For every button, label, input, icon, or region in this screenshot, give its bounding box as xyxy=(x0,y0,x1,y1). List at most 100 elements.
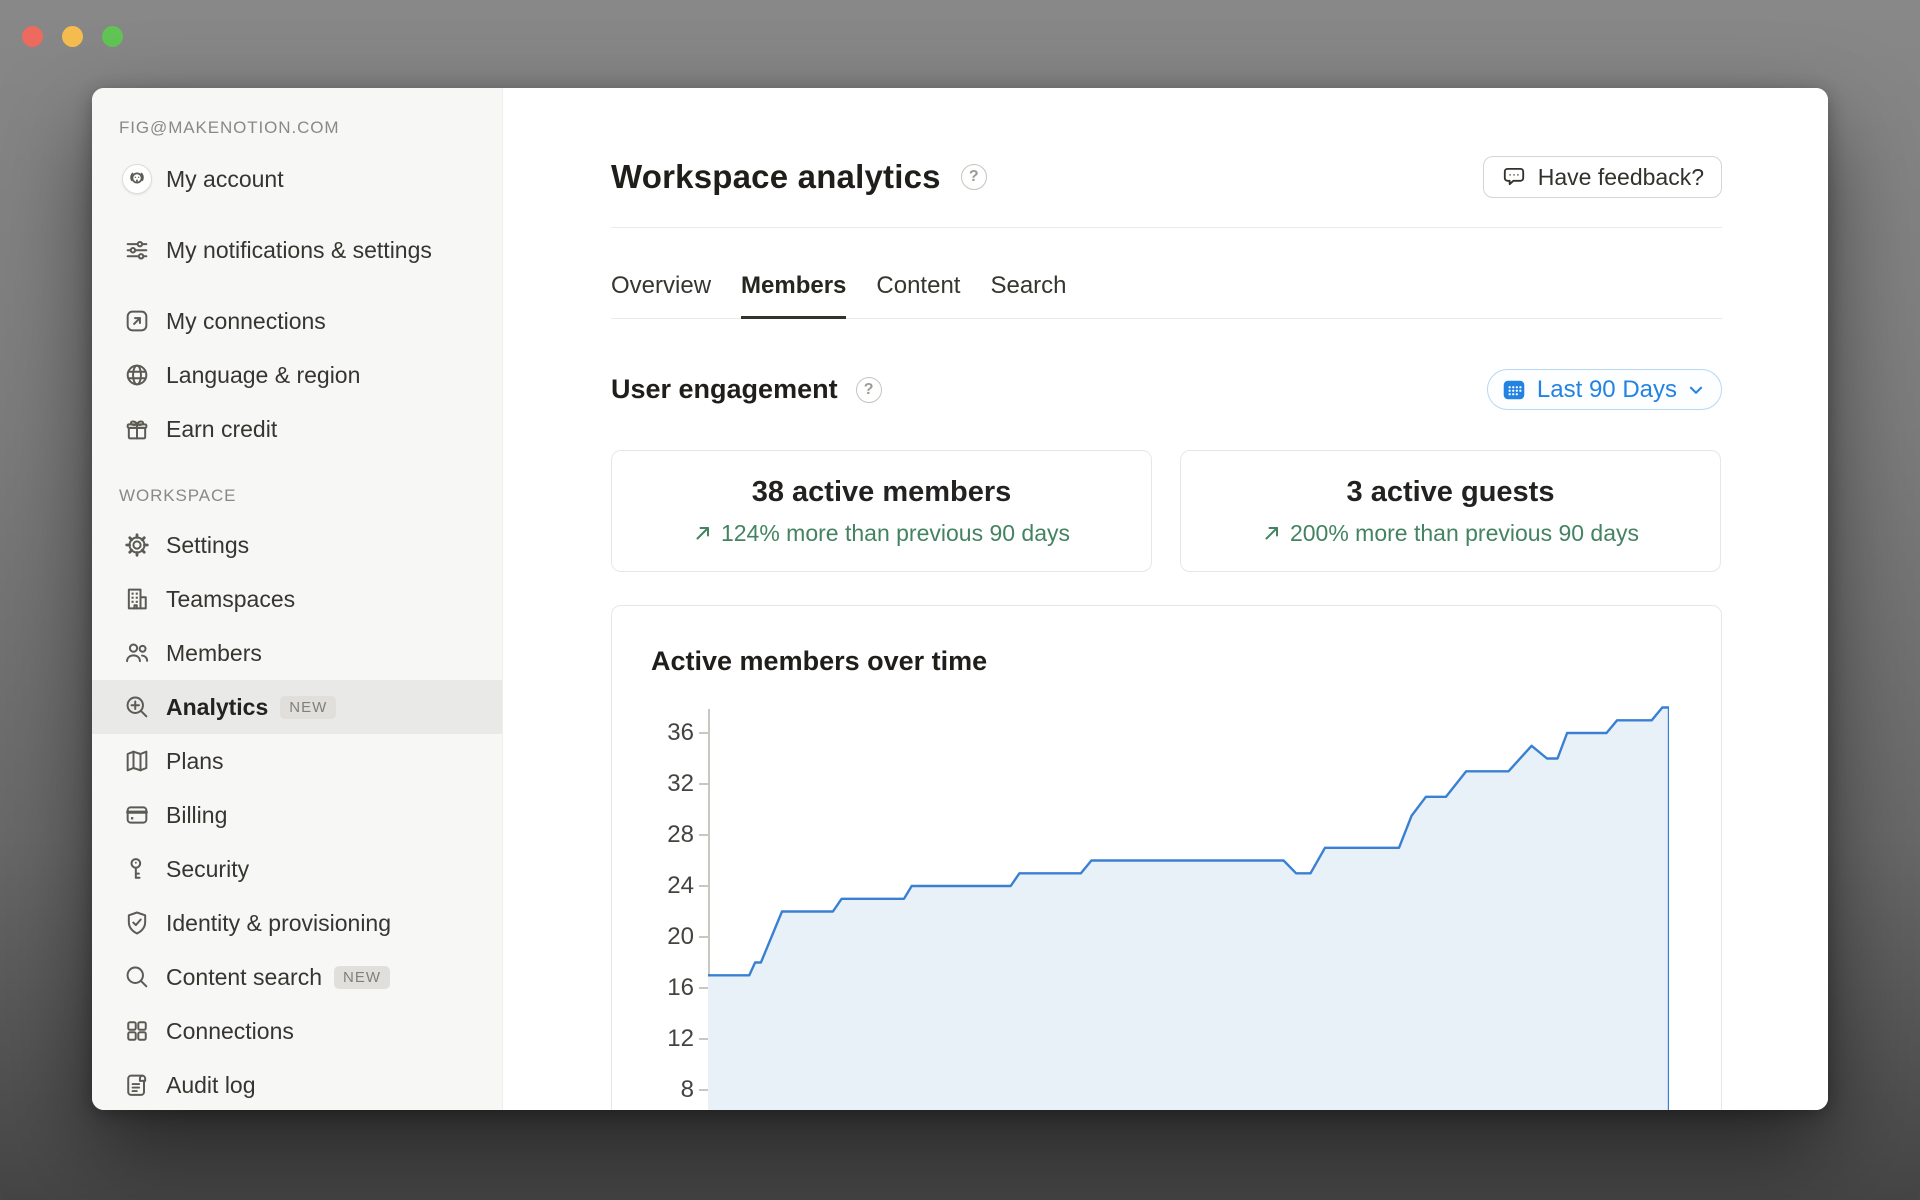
building-icon xyxy=(122,584,152,614)
y-tick-label: 8 xyxy=(680,1076,694,1103)
workspace-section-heading: WORKSPACE xyxy=(119,486,237,505)
y-tick-label: 36 xyxy=(667,719,694,746)
sliders-icon xyxy=(122,235,152,265)
desktop-background: FIG@MAKENOTION.COM My account My notifica… xyxy=(0,0,1920,1200)
stat-value: 3 active guests xyxy=(1346,475,1555,508)
y-tick-label: 12 xyxy=(667,1025,694,1052)
sidebar-item-billing[interactable]: Billing xyxy=(92,788,502,842)
sidebar-item-label: Content search xyxy=(166,964,322,990)
search-icon xyxy=(122,962,152,992)
zoom-window-button[interactable] xyxy=(102,26,123,47)
sidebar-item-label: Billing xyxy=(166,802,228,828)
y-tick-label: 16 xyxy=(667,974,694,1001)
key-icon xyxy=(122,854,152,884)
new-badge: NEW xyxy=(333,965,390,989)
chevron-down-icon xyxy=(1687,381,1705,399)
workspace-nav: Settings Teamspaces Members Analytics NEW Pla… xyxy=(92,518,502,1110)
sidebar-item-label: Connections xyxy=(166,1018,294,1044)
stat-delta-text: 124% more than previous 90 days xyxy=(720,519,1071,546)
close-window-button[interactable] xyxy=(22,26,43,47)
sidebar-item-teamspaces[interactable]: Teamspaces xyxy=(92,572,502,626)
sidebar-item-label: My account xyxy=(166,166,284,192)
y-tick-label: 28 xyxy=(667,821,694,848)
have-feedback-button[interactable]: Have feedback? xyxy=(1482,156,1722,198)
sidebar-item-content-search[interactable]: Content search NEW xyxy=(92,950,502,1004)
sidebar-item-label: Language & region xyxy=(166,362,361,388)
y-tick-label: 24 xyxy=(667,872,694,899)
scroll-icon xyxy=(122,1070,152,1100)
sidebar-item-label: My notifications & settings xyxy=(166,237,432,263)
sidebar-item-label: Analytics xyxy=(166,694,269,720)
sidebar-item-my-account[interactable]: My account xyxy=(92,152,502,206)
sidebar-item-plans[interactable]: Plans xyxy=(92,734,502,788)
user-engagement-title: User engagement xyxy=(611,374,838,404)
tab-members[interactable]: Members xyxy=(741,272,847,319)
sidebar-item-members[interactable]: Members xyxy=(92,626,502,680)
analytics-tabs: Overview Members Content Search xyxy=(611,228,1722,319)
arrow-up-right-icon xyxy=(122,306,152,336)
date-range-label: Last 90 Days xyxy=(1536,375,1677,403)
have-feedback-label: Have feedback? xyxy=(1537,163,1704,190)
sidebar-item-label: Audit log xyxy=(166,1072,256,1098)
analytics-magnifier-icon xyxy=(122,692,152,722)
main-content: Workspace analytics ? Have feedback? Ove… xyxy=(503,88,1828,1110)
sidebar-item-security[interactable]: Security xyxy=(92,842,502,896)
avatar-icon xyxy=(122,164,152,194)
calendar-icon xyxy=(1501,377,1527,403)
stat-value: 38 active members xyxy=(751,475,1012,508)
engagement-stats: 38 active members 124% more than previou… xyxy=(611,450,1722,572)
help-icon[interactable]: ? xyxy=(960,164,987,190)
gear-icon xyxy=(122,530,152,560)
account-email-heading: FIG@MAKENOTION.COM xyxy=(119,118,340,137)
window-controls xyxy=(22,26,123,47)
sidebar-item-label: Teamspaces xyxy=(166,586,296,612)
people-icon xyxy=(122,638,152,668)
globe-icon xyxy=(122,360,152,390)
sidebar-item-label: Identity & provisioning xyxy=(166,910,392,936)
sidebar-item-settings[interactable]: Settings xyxy=(92,518,502,572)
y-tick-label: 32 xyxy=(667,770,694,797)
page-title-group: Workspace analytics ? xyxy=(611,158,987,196)
stat-card-active-members: 38 active members 124% more than previou… xyxy=(611,450,1152,572)
page-header: Workspace analytics ? Have feedback? xyxy=(611,156,1722,198)
minimize-window-button[interactable] xyxy=(62,26,83,47)
chart-area-fill xyxy=(708,707,1669,1110)
tab-search[interactable]: Search xyxy=(990,272,1066,319)
sidebar-item-my-connections[interactable]: My connections xyxy=(92,294,502,348)
sidebar-item-analytics[interactable]: Analytics NEW xyxy=(92,680,502,734)
help-icon[interactable]: ? xyxy=(855,376,882,403)
sidebar-item-identity-provisioning[interactable]: Identity & provisioning xyxy=(92,896,502,950)
sidebar-item-language-region[interactable]: Language & region xyxy=(92,348,502,402)
user-engagement-header: User engagement ? Last 90 Days xyxy=(611,369,1722,410)
stat-card-active-guests: 3 active guests 200% more than previous … xyxy=(1180,450,1721,572)
date-range-dropdown[interactable]: Last 90 Days xyxy=(1486,369,1722,410)
sidebar-item-label: Plans xyxy=(166,748,224,774)
account-nav: My account My notifications & settings My … xyxy=(92,152,502,456)
sidebar-item-earn-credit[interactable]: Earn credit xyxy=(92,402,502,456)
notion-settings-window: FIG@MAKENOTION.COM My account My notifica… xyxy=(92,88,1828,1110)
active-members-chart-card: Active members over time 36 32 28 24 20 16 12 8 xyxy=(611,605,1722,1110)
speech-bubble-icon xyxy=(1501,164,1527,190)
y-tick-label: 20 xyxy=(667,923,694,950)
user-engagement-title-group: User engagement ? xyxy=(611,374,882,405)
shield-check-icon xyxy=(122,908,152,938)
tab-content[interactable]: Content xyxy=(876,272,960,319)
gift-icon xyxy=(122,414,152,444)
sidebar-item-connections[interactable]: Connections xyxy=(92,1004,502,1058)
trend-up-arrow-icon xyxy=(1262,523,1282,543)
sidebar-item-label: My connections xyxy=(166,308,326,334)
stat-delta: 200% more than previous 90 days xyxy=(1262,520,1639,547)
chart-title: Active members over time xyxy=(651,646,988,676)
stat-delta: 124% more than previous 90 days xyxy=(693,520,1070,547)
sidebar-item-label: Members xyxy=(166,640,262,666)
sidebar-item-my-notifications-settings[interactable]: My notifications & settings xyxy=(92,206,502,294)
tab-overview[interactable]: Overview xyxy=(611,272,711,319)
new-badge: NEW xyxy=(280,695,337,719)
sidebar-item-label: Security xyxy=(166,856,250,882)
map-icon xyxy=(122,746,152,776)
sidebar-item-audit-log[interactable]: Audit log xyxy=(92,1058,502,1110)
active-members-area-chart xyxy=(708,706,1669,1110)
trend-up-arrow-icon xyxy=(693,523,713,543)
grid-icon xyxy=(122,1016,152,1046)
credit-card-icon xyxy=(122,800,152,830)
